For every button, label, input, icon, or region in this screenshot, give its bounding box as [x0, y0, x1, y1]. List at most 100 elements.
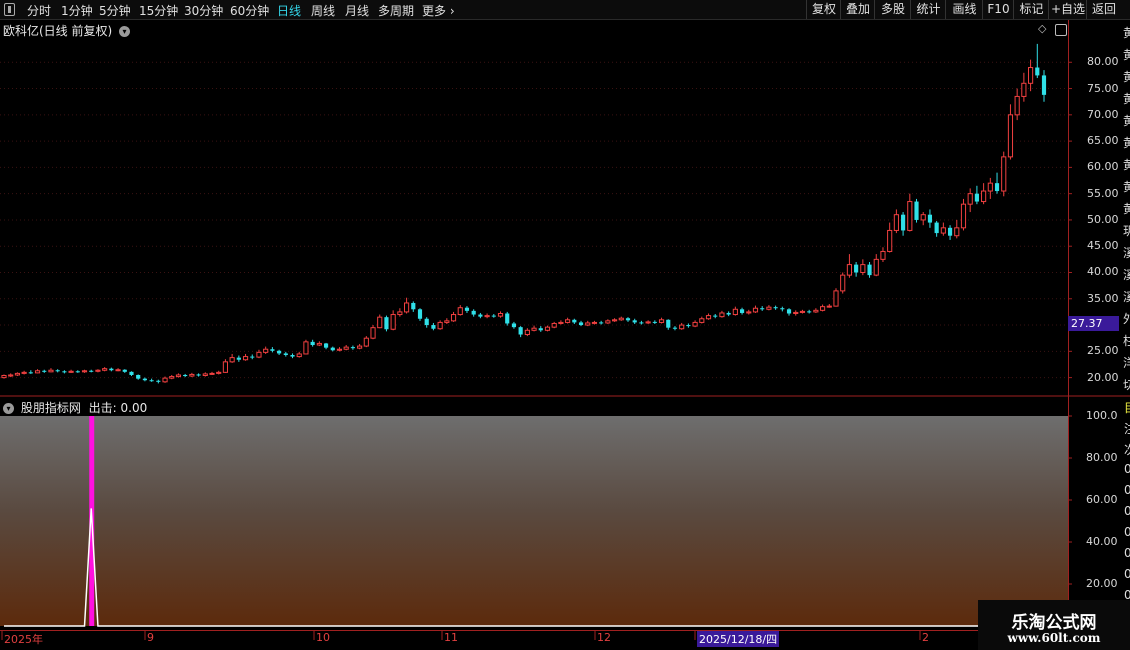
candle-body-down: [780, 308, 785, 310]
candle-body-up: [880, 250, 886, 260]
side-label: 柱: [1123, 334, 1130, 348]
candle-body-up: [303, 341, 309, 355]
candle-body-up: [115, 369, 121, 372]
candle-body-up: [618, 317, 624, 321]
candle-body-up: [48, 369, 54, 373]
price-tick-label: 65.00: [1087, 134, 1119, 148]
candle-body-down: [28, 372, 33, 374]
candle-body-down: [323, 343, 329, 348]
candle-body-up: [1001, 156, 1007, 192]
side-label: 黄: [1123, 70, 1130, 84]
candle-body-down: [55, 370, 60, 372]
candle-body-down: [511, 323, 517, 328]
candle-body-down: [270, 349, 275, 351]
candle-body-up: [242, 356, 249, 361]
candle-body-up: [343, 346, 349, 350]
candle-body-up: [14, 372, 20, 376]
candle-body-up: [954, 227, 960, 237]
side-label: 目: [1124, 399, 1130, 416]
side-label: 切: [1123, 378, 1130, 392]
candle-body-up: [873, 258, 879, 276]
candle-body-down: [149, 380, 154, 382]
candle-body-up: [887, 229, 893, 252]
indicator-output-value: 0.00: [120, 401, 148, 415]
candle-body-down: [947, 227, 953, 236]
candle-body-down: [994, 183, 1000, 192]
candle-body-up: [1021, 82, 1027, 97]
candle-body-down: [1041, 75, 1047, 95]
indicator-tick-label: 100.0: [1086, 409, 1118, 422]
candle-body-up: [484, 315, 490, 318]
side-label: 次: [1124, 441, 1130, 458]
side-label: 溪: [1123, 290, 1130, 304]
candle-body-up: [1, 375, 7, 379]
indicator-header: ▾ 股朋指标网 出击: 0.00: [3, 399, 147, 416]
candle-body-up: [719, 312, 725, 318]
candle-body-up: [336, 348, 343, 351]
candle-body-down: [196, 374, 201, 376]
candle-body-up: [34, 370, 41, 374]
candle-body-up: [585, 322, 591, 326]
price-tick-label: 75.00: [1087, 81, 1119, 95]
candle-body-down: [927, 214, 933, 223]
candle-body-up: [202, 373, 208, 377]
candle-body-down: [283, 353, 288, 356]
candle-body-up: [404, 302, 410, 313]
side-label: 溪: [1123, 268, 1130, 282]
side-label: 黄: [1123, 48, 1130, 62]
candle-body-down: [424, 318, 429, 326]
time-label: 11: [444, 631, 458, 644]
candle-body-up: [893, 214, 899, 231]
candle-body-up: [1014, 95, 1020, 116]
side-label: 玥: [1123, 224, 1130, 238]
indicator-output-label: 出击:: [88, 401, 117, 415]
candle-body-down: [1035, 67, 1040, 76]
candle-body-up: [68, 370, 74, 373]
price-tick-label: 55.00: [1087, 186, 1119, 200]
candle-body-up: [229, 357, 235, 363]
candle-body-up: [987, 182, 993, 192]
candle-body-down: [505, 313, 510, 324]
candle-body-up: [833, 290, 839, 307]
side-label: 黄: [1123, 92, 1130, 106]
candle-body-down: [901, 214, 906, 231]
candle-body-down: [914, 201, 919, 220]
candle-body-down: [578, 322, 584, 326]
candle-body-down: [854, 264, 859, 273]
candle-body-down: [974, 193, 979, 202]
watermark-title: 乐淘公式网: [1011, 613, 1097, 633]
candle-body-up: [692, 321, 698, 327]
candle-body-up: [216, 371, 222, 374]
candle-body-up: [102, 368, 108, 371]
candle-body-up: [907, 201, 913, 231]
price-tick-label: 50.00: [1087, 212, 1119, 226]
candle-body-up: [189, 373, 195, 377]
candle-body-down: [464, 307, 470, 311]
indicator-tick-label: 40.00: [1086, 535, 1118, 548]
candle-body-down: [183, 374, 188, 377]
side-label: 黄: [1123, 202, 1130, 216]
current-price-badge: 27.37: [1068, 316, 1119, 331]
side-label: 洋: [1123, 356, 1130, 370]
candle-body-up: [81, 370, 88, 373]
kline-chart[interactable]: [0, 0, 1130, 650]
candle-body-down: [310, 341, 315, 346]
candle-body-down: [726, 312, 731, 315]
indicator-tick-label: 60.00: [1086, 493, 1118, 506]
candle-body-up: [699, 318, 705, 323]
candle-body-down: [672, 327, 678, 329]
indicator-background: [0, 416, 1068, 626]
candle-body-up: [981, 190, 987, 203]
candle-body-up: [162, 377, 168, 383]
candle-body-down: [411, 302, 416, 310]
candle-body-up: [209, 372, 215, 375]
time-label: 2025/12/18/四: [697, 631, 780, 647]
candle-body-down: [89, 370, 94, 372]
candle-body-up: [377, 316, 383, 329]
candle-body-up: [256, 351, 262, 358]
time-label: 10: [316, 631, 330, 644]
candle-body-down: [625, 318, 631, 321]
candle-body-down: [807, 311, 812, 313]
candle-body-down: [236, 357, 241, 360]
chevron-down-icon[interactable]: ▾: [3, 403, 14, 414]
